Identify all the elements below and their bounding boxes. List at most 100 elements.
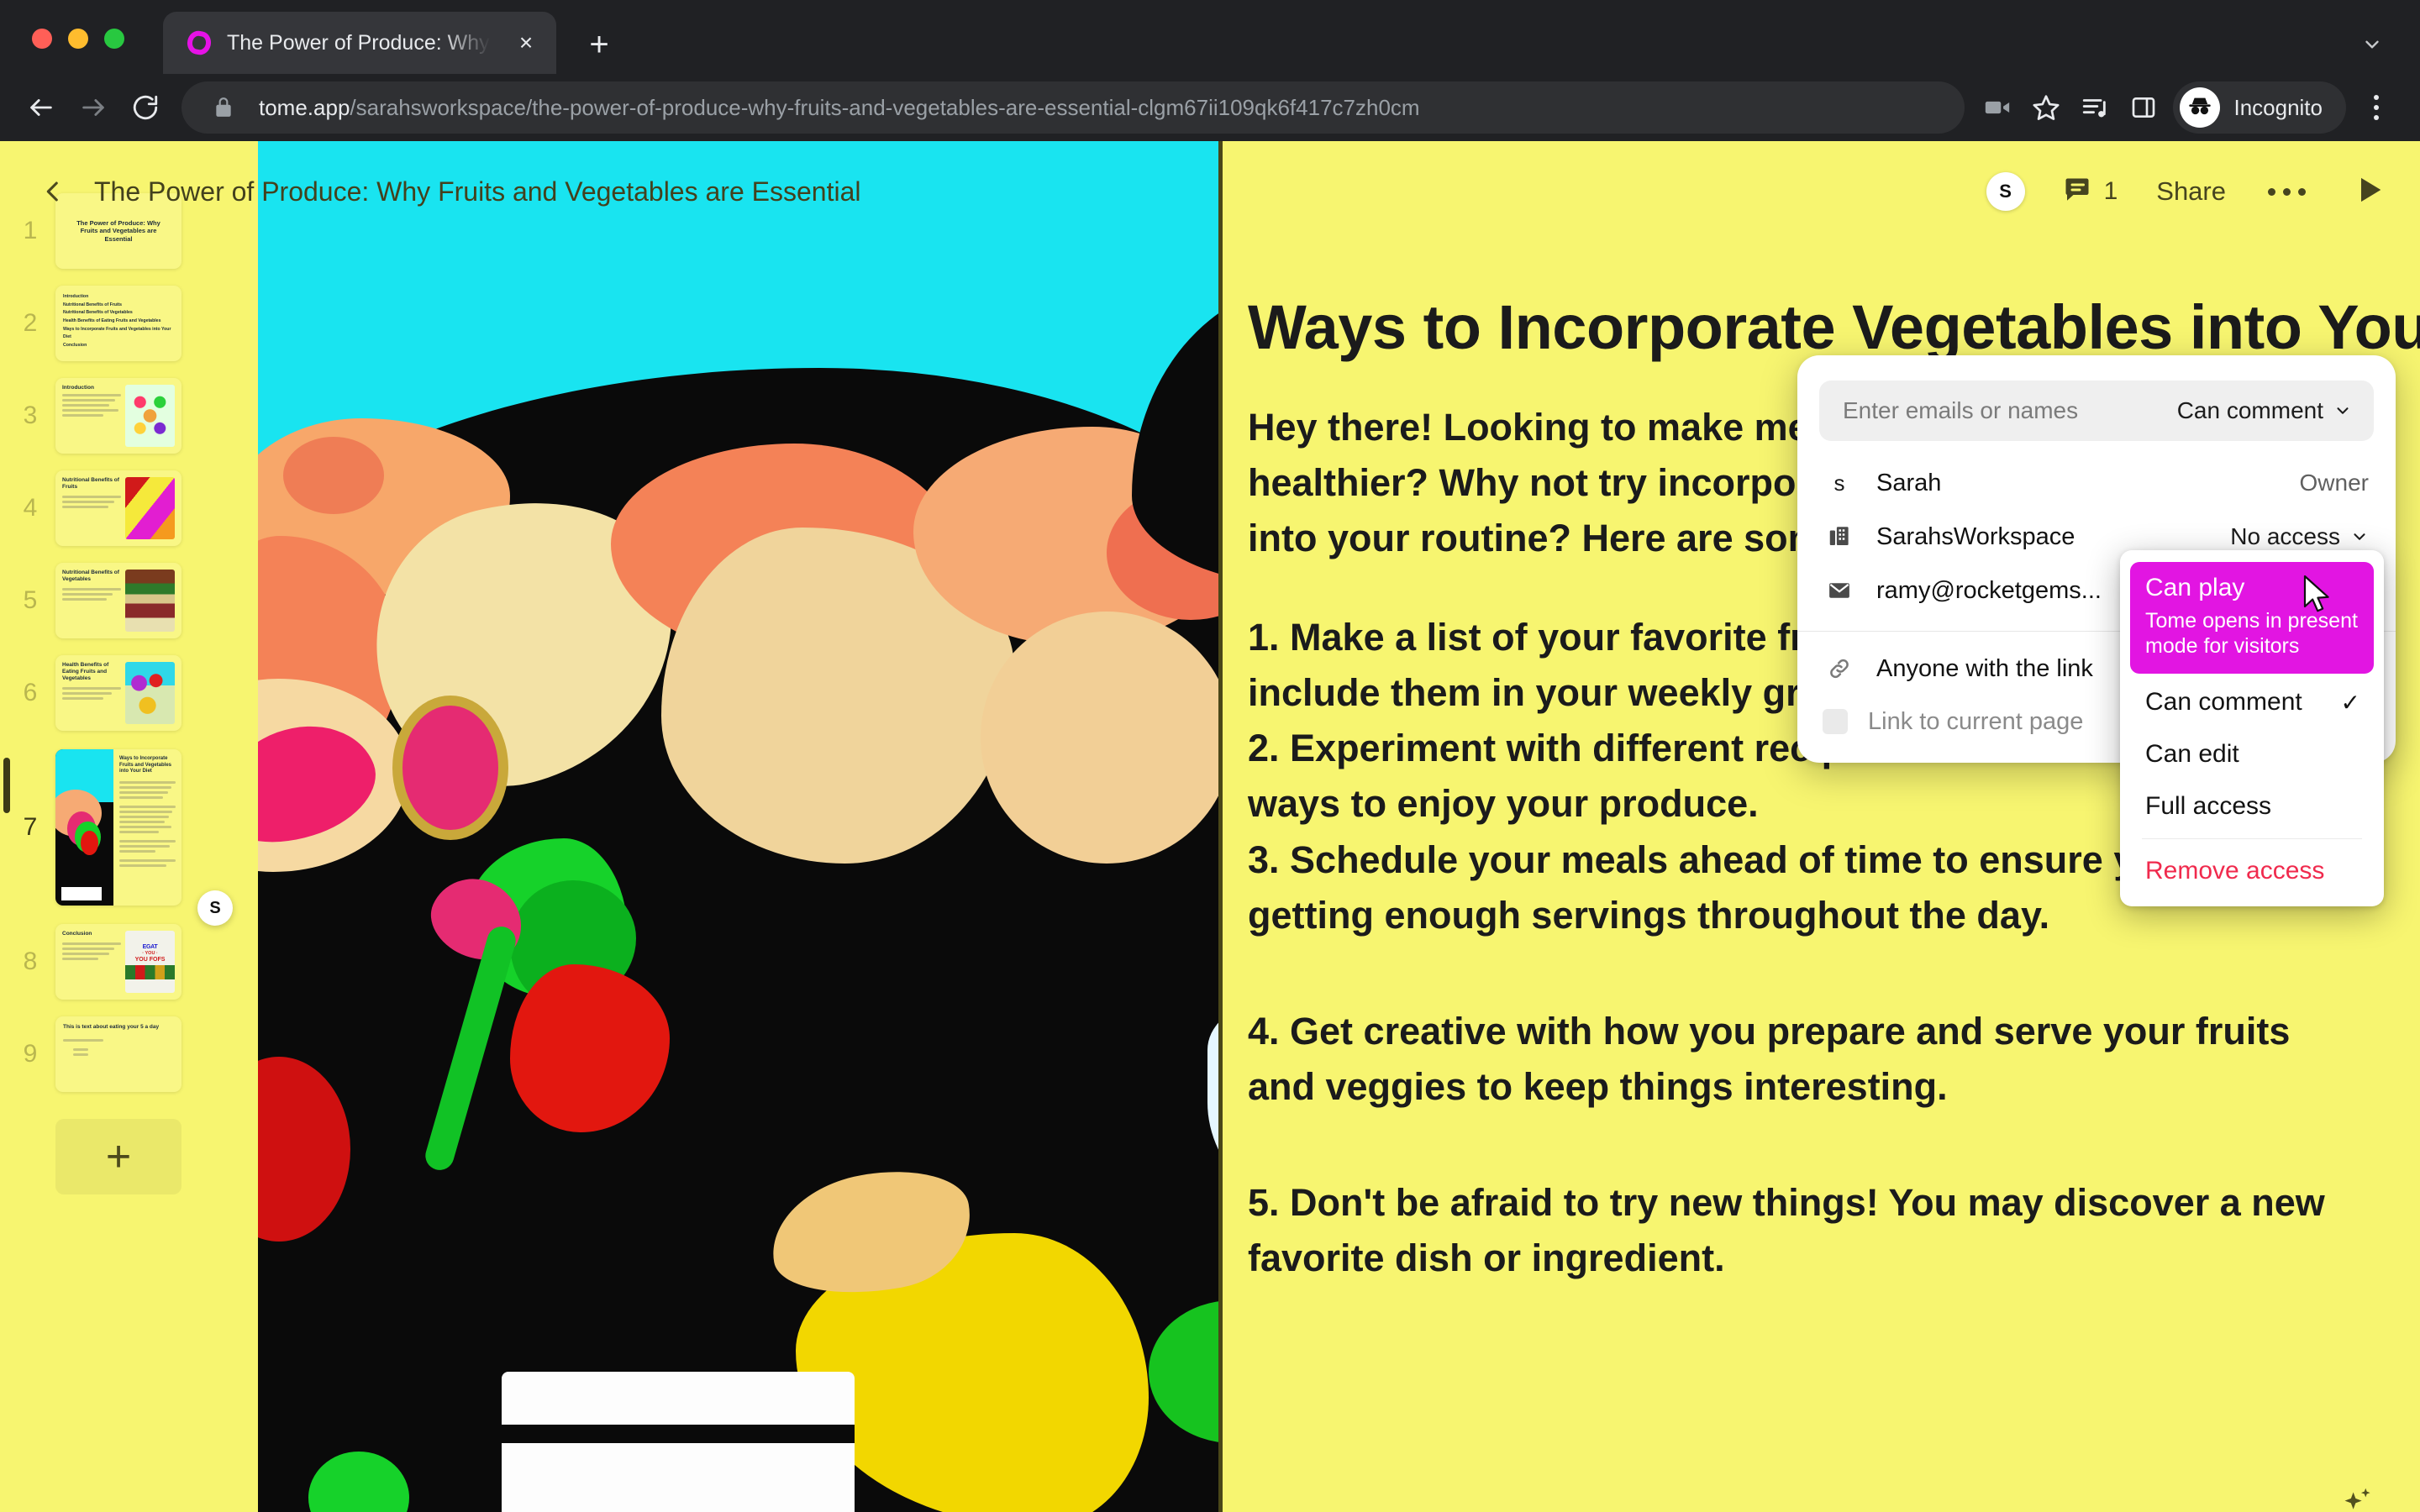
address-bar[interactable]: tome.app/sarahsworkspace/the-power-of-pr…: [182, 81, 1965, 134]
thumbnail-number: 8: [23, 948, 38, 975]
collaborator-avatar[interactable]: S: [197, 890, 233, 926]
share-row-owner[interactable]: s Sarah Owner: [1797, 456, 2396, 510]
browser-chrome: The Power of Produce: Why Fru × + tome.a…: [0, 0, 2420, 141]
window-controls: [32, 29, 124, 49]
url-host: tome.app: [259, 95, 350, 120]
thumbnail-number: 2: [23, 309, 38, 337]
bookmark-star-icon[interactable]: [2022, 83, 2070, 132]
thumbnail-number: 4: [23, 494, 38, 522]
add-slide-button[interactable]: +: [55, 1119, 182, 1194]
perm-option-can-comment[interactable]: Can comment ✓: [2130, 679, 2374, 726]
permission-dropdown-menu[interactable]: Can play Tome opens in present mode for …: [2120, 550, 2384, 906]
address-bar-url: tome.app/sarahsworkspace/the-power-of-pr…: [259, 95, 1420, 120]
reading-list-icon[interactable]: [2070, 83, 2119, 132]
share-row-label: Sarah: [1876, 469, 1942, 496]
perm-option-can-edit[interactable]: Can edit: [2130, 731, 2374, 778]
close-window-button[interactable]: [32, 29, 52, 49]
thumbnail-card[interactable]: Introduction Nutritional Benefits of Frui…: [55, 286, 182, 361]
thumbnail-card[interactable]: Nutritional Benefits of Fruits: [55, 470, 182, 546]
thumbnail-card[interactable]: Health Benefits of Eating Fruits and Veg…: [55, 655, 182, 731]
slide-divider: [1218, 141, 1223, 1512]
thumbnail-title: Conclusion: [62, 931, 92, 937]
produce-artwork: [258, 141, 1218, 1512]
thumbnail-slide-7[interactable]: 7 Ways to Incorporate Fruits and Vegetab…: [0, 739, 258, 926]
perm-option-can-play[interactable]: Can play Tome opens in present mode for …: [2130, 562, 2374, 674]
invite-role-label: Can comment: [2176, 397, 2323, 423]
thumbnail-slide-4[interactable]: 4 Nutritional Benefits of Fruits: [0, 462, 258, 554]
slide-step-4: 4. Get creative with how you prepare and…: [1248, 1009, 2291, 1109]
avatar[interactable]: S: [1986, 172, 2025, 211]
tab-strip: The Power of Produce: Why Fru × +: [0, 0, 2420, 74]
thumbnail-image: [125, 385, 175, 447]
user-avatar-icon: s: [1833, 470, 1845, 496]
forward-button[interactable]: [67, 81, 119, 134]
thumbnail-slide-8[interactable]: 8 Conclusion EGAT · YOU · YOU FOFS: [0, 916, 258, 1008]
maximize-window-button[interactable]: [104, 29, 124, 49]
thumbnail-slide-2[interactable]: 2 Introduction Nutritional Benefits of Fr…: [0, 277, 258, 370]
sparkle-icon[interactable]: [2331, 1477, 2383, 1512]
thumbnail-number: 3: [23, 402, 38, 429]
perm-option-label: Remove access: [2145, 857, 2325, 885]
thumbnail-card[interactable]: Conclusion EGAT · YOU · YOU FOFS: [55, 924, 182, 1000]
invite-input[interactable]: [1843, 397, 2177, 424]
close-icon[interactable]: ×: [509, 26, 543, 60]
browser-tab[interactable]: The Power of Produce: Why Fru ×: [163, 12, 556, 74]
thumbnail-number: 1: [23, 217, 38, 244]
perm-option-title: Can play: [2145, 574, 2245, 601]
perm-option-label: Can comment: [2145, 688, 2302, 716]
share-button[interactable]: Share: [2156, 176, 2226, 207]
share-row-label: ramy@rocketgems...: [1876, 576, 2102, 604]
browser-tab-title: The Power of Produce: Why Fru: [227, 31, 496, 55]
comment-count: 1: [2103, 177, 2118, 205]
thumbnail-card[interactable]: This is text about eating your 5 a day: [55, 1016, 182, 1092]
media-cast-icon[interactable]: [1973, 83, 2022, 132]
thumbnail-number: 7: [23, 813, 38, 841]
perm-option-label: Full access: [2145, 792, 2272, 820]
profile-chip[interactable]: Incognito: [2173, 81, 2346, 134]
comment-bubble-icon: [2062, 175, 2092, 209]
thumbnail-title: This is text about eating your 5 a day: [63, 1024, 160, 1030]
profile-label: Incognito: [2233, 94, 2323, 120]
back-chevron-icon[interactable]: [30, 169, 76, 214]
back-button[interactable]: [15, 81, 67, 134]
url-path: /sarahsworkspace/the-power-of-produce-wh…: [350, 95, 1420, 120]
thumbnail-card[interactable]: Nutritional Benefits of Vegetables: [55, 563, 182, 638]
perm-option-full-access[interactable]: Full access: [2130, 783, 2374, 830]
perm-option-remove-access[interactable]: Remove access: [2130, 848, 2374, 895]
side-panel-icon[interactable]: [2119, 83, 2168, 132]
perm-option-description: Tome opens in present mode for visitors: [2145, 609, 2358, 658]
thumbnail-slide-6[interactable]: 6 Health Benefits of Eating Fruits and V…: [0, 647, 258, 739]
minimize-window-button[interactable]: [68, 29, 88, 49]
thumbnail-card[interactable]: Introduction: [55, 378, 182, 454]
page-title[interactable]: The Power of Produce: Why Fruits and Veg…: [94, 176, 860, 207]
thumbnail-slide-9[interactable]: 9 This is text about eating your 5 a day: [0, 1008, 258, 1100]
more-options-button[interactable]: [2268, 187, 2306, 196]
thumbnail-slide-5[interactable]: 5 Nutritional Benefits of Vegetables: [0, 554, 258, 647]
building-icon: [1823, 524, 1856, 549]
thumbnail-card[interactable]: Ways to Incorporate Fruits and Vegetable…: [55, 749, 182, 906]
comments-button[interactable]: 1: [2062, 175, 2118, 209]
browser-toolbar: tome.app/sarahsworkspace/the-power-of-pr…: [0, 74, 2420, 141]
chevron-down-icon: [2354, 533, 2365, 540]
link-to-page-checkbox[interactable]: [1823, 709, 1848, 734]
slide-thumbnail-rail[interactable]: 1 The Power of Produce: Why Fruits and V…: [0, 141, 258, 1512]
link-to-page-label: Link to current page: [1868, 707, 2084, 735]
chrome-menu-button[interactable]: [2353, 81, 2400, 134]
share-row-role-dropdown[interactable]: No access: [2230, 523, 2369, 550]
thumbnail-image: EGAT · YOU · YOU FOFS: [125, 931, 175, 993]
tome-app: Ways to Incorporate Vegetables into Your…: [0, 141, 2420, 1512]
share-row-label: Anyone with the link: [1876, 654, 2093, 682]
new-tab-button[interactable]: +: [580, 25, 618, 64]
invite-row[interactable]: Can comment: [1819, 381, 2374, 441]
play-icon[interactable]: [2353, 173, 2386, 211]
thumbnail-title: Ways to Incorporate Fruits and Vegetable…: [119, 756, 172, 774]
divider: [2142, 838, 2362, 839]
thumbnail-slide-3[interactable]: 3 Introduction: [0, 370, 258, 462]
reload-button[interactable]: [119, 81, 171, 134]
lock-icon: [207, 91, 240, 124]
invite-role-dropdown[interactable]: Can comment: [2177, 397, 2352, 424]
slide-step-5: 5. Don't be afraid to try new things! Yo…: [1248, 1181, 2325, 1280]
chevron-down-icon[interactable]: [2353, 25, 2391, 64]
chevron-down-icon: [2337, 407, 2349, 414]
slide-image[interactable]: [258, 141, 1218, 1512]
